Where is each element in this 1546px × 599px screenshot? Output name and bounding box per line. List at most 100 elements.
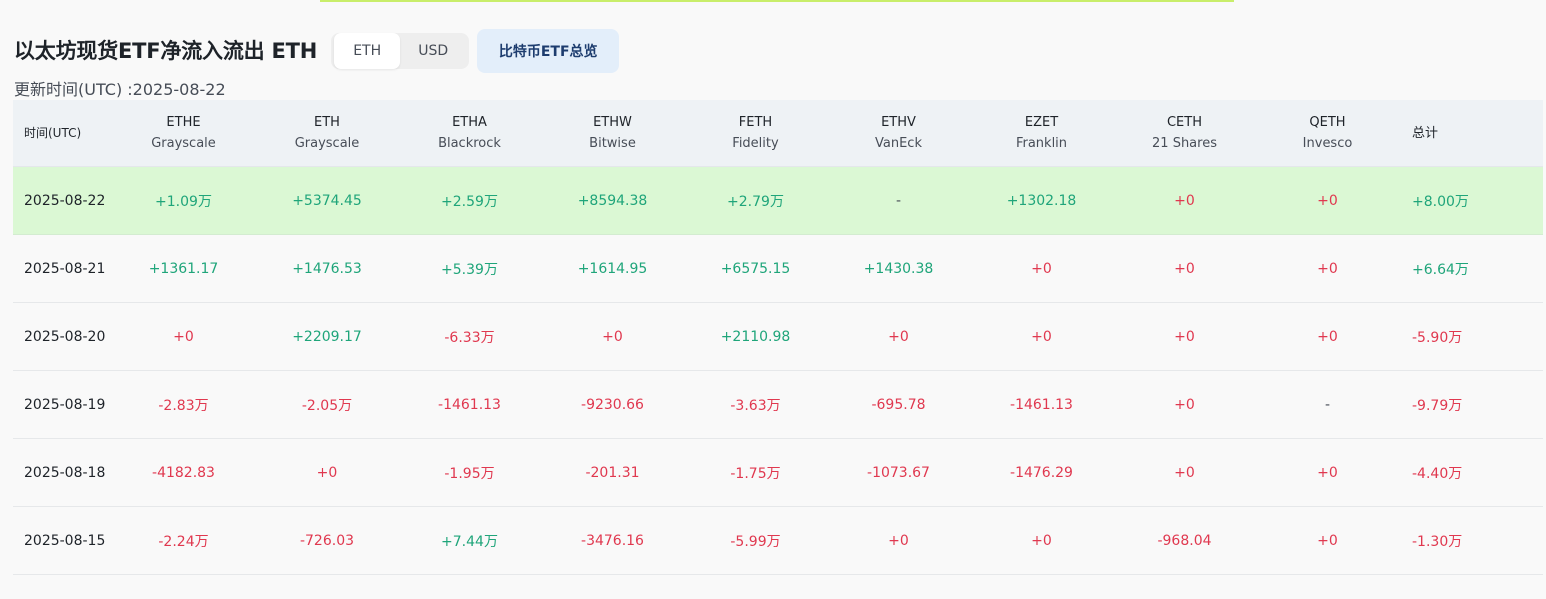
flow-cell: +1614.95	[577, 260, 648, 277]
fund-ticker: ETHE	[166, 115, 201, 130]
fund-issuer: Bitwise	[589, 136, 636, 151]
flow-cell: +5.39万	[441, 261, 498, 278]
header-fund-ceth: CETH 21 Shares	[1113, 112, 1256, 154]
flow-cell: +1361.17	[148, 260, 219, 277]
fund-ticker: ETHA	[452, 115, 487, 130]
header-fund-ethw: ETHW Bitwise	[541, 112, 684, 154]
row-date: 2025-08-18	[24, 464, 106, 481]
table-header: 时间(UTC) ETHE Grayscale ETH Grayscale ETHA Blac…	[13, 100, 1543, 167]
fund-issuer: 21 Shares	[1152, 136, 1217, 151]
row-total: -9.79万	[1412, 397, 1463, 414]
row-date: 2025-08-22	[24, 192, 106, 209]
flow-cell: +0	[1031, 328, 1052, 345]
page-title: 以太坊现货ETF净流入流出 ETH	[14, 39, 318, 63]
flow-cell: +0	[1174, 260, 1195, 277]
flow-cell: +2.59万	[441, 193, 498, 210]
flow-cell: +8594.38	[577, 192, 648, 209]
flow-cell: +0	[1031, 532, 1052, 549]
flow-cell: +0	[888, 532, 909, 549]
fund-issuer: Fidelity	[732, 136, 779, 151]
row-total: +6.64万	[1412, 261, 1469, 278]
header-fund-ezet: EZET Franklin	[970, 112, 1113, 154]
toggle-usd-button[interactable]: USD	[400, 33, 466, 69]
toggle-eth-button[interactable]: ETH	[334, 33, 401, 69]
table-body: 2025-08-22 +1.09万 +5374.45 +2.59万 +8594.38 +2…	[13, 167, 1543, 575]
fund-ticker: ETHW	[593, 115, 632, 130]
fund-ticker: EZET	[1024, 115, 1059, 130]
flow-cell: +0	[1174, 464, 1195, 481]
flow-cell: -9230.66	[581, 396, 644, 413]
row-total: -4.40万	[1412, 465, 1463, 482]
fund-issuer: Grayscale	[151, 136, 216, 151]
flow-cell: +0	[1317, 532, 1338, 549]
header-fund-ethv: ETHV VanEck	[827, 112, 970, 154]
fund-issuer: Invesco	[1302, 136, 1353, 151]
row-total: +8.00万	[1412, 193, 1469, 210]
table-row: 2025-08-22 +1.09万 +5374.45 +2.59万 +8594.38 +2…	[13, 167, 1543, 235]
flow-cell: -2.24万	[158, 533, 209, 550]
flow-cell: -1.95万	[444, 465, 495, 482]
flow-cell: +0	[1317, 192, 1338, 209]
flow-cell: -1476.29	[1010, 464, 1073, 481]
btc-etf-overview-button[interactable]: 比特币ETF总览	[477, 29, 620, 73]
header-fund-etha: ETHA Blackrock	[398, 112, 541, 154]
page-header: 以太坊现货ETF净流入流出 ETH ETH USD 比特币ETF总览	[14, 28, 620, 73]
flow-cell: -3476.16	[581, 532, 644, 549]
row-total: -5.90万	[1412, 329, 1463, 346]
fund-issuer: Blackrock	[438, 136, 501, 151]
fund-issuer: Franklin	[1015, 136, 1068, 151]
header-total: 总计	[1412, 125, 1439, 141]
flow-cell: +0	[1317, 328, 1338, 345]
flow-cell: -201.31	[585, 464, 640, 481]
flow-cell: -	[895, 192, 902, 209]
flow-cell: +0	[1174, 328, 1195, 345]
flow-cell: +0	[888, 328, 909, 345]
table-row: 2025-08-18 -4182.83 +0 -1.95万 -201.31 -1.75万 -…	[13, 439, 1543, 507]
flow-cell: +0	[602, 328, 623, 345]
header-fund-feth: FETH Fidelity	[684, 112, 827, 154]
row-total: -1.30万	[1412, 533, 1463, 550]
header-date: 时间(UTC)	[24, 125, 82, 140]
fund-ticker: CETH	[1166, 115, 1202, 130]
flow-cell: -2.83万	[158, 397, 209, 414]
flow-cell: +2.79万	[727, 193, 784, 210]
flow-cell: -1461.13	[1010, 396, 1073, 413]
flow-cell: +2110.98	[720, 328, 791, 345]
flow-cell: -5.99万	[730, 533, 781, 550]
row-date: 2025-08-15	[24, 532, 106, 549]
flow-cell: -2.05万	[301, 397, 353, 414]
flow-cell: +1.09万	[155, 193, 212, 210]
flow-cell: +0	[1174, 192, 1195, 209]
flow-cell: +0	[173, 328, 194, 345]
flow-cell: -968.04	[1157, 532, 1212, 549]
flow-cell: -4182.83	[152, 464, 215, 481]
header-fund-eth: ETH Grayscale	[256, 112, 398, 154]
etf-flow-table: 时间(UTC) ETHE Grayscale ETH Grayscale ETHA Blac…	[13, 100, 1543, 575]
row-date: 2025-08-19	[24, 396, 106, 413]
flow-cell: +0	[1317, 464, 1338, 481]
row-date: 2025-08-21	[24, 260, 106, 277]
flow-cell: -695.78	[871, 396, 926, 413]
flow-cell: +0	[316, 464, 338, 481]
header-fund-qeth: QETH Invesco	[1256, 112, 1399, 154]
flow-cell: +1430.38	[863, 260, 934, 277]
fund-ticker: ETHV	[881, 115, 916, 130]
flow-cell: +0	[1031, 260, 1052, 277]
table-row: 2025-08-15 -2.24万 -726.03 +7.44万 -3476.16 -5.…	[13, 507, 1543, 575]
table-row: 2025-08-20 +0 +2209.17 -6.33万 +0 +2110.98 +0 +0…	[13, 303, 1543, 371]
flow-cell: -1073.67	[867, 464, 930, 481]
flow-cell: -3.63万	[730, 397, 781, 414]
flow-cell: -	[1324, 396, 1331, 413]
flow-cell: +1302.18	[1006, 192, 1077, 209]
flow-cell: -1.75万	[730, 465, 781, 482]
table-row: 2025-08-21 +1361.17 +1476.53 +5.39万 +1614.95…	[13, 235, 1543, 303]
top-accent-bar	[320, 0, 1234, 2]
flow-cell: -726.03	[299, 532, 355, 549]
update-time: 更新时间(UTC) :2025-08-22	[14, 80, 226, 99]
flow-cell: +6575.15	[720, 260, 791, 277]
fund-issuer: Grayscale	[294, 136, 360, 151]
fund-issuer: VanEck	[875, 136, 922, 151]
flow-cell: +0	[1317, 260, 1338, 277]
row-date: 2025-08-20	[24, 328, 106, 345]
unit-toggle: ETH USD	[331, 33, 470, 69]
